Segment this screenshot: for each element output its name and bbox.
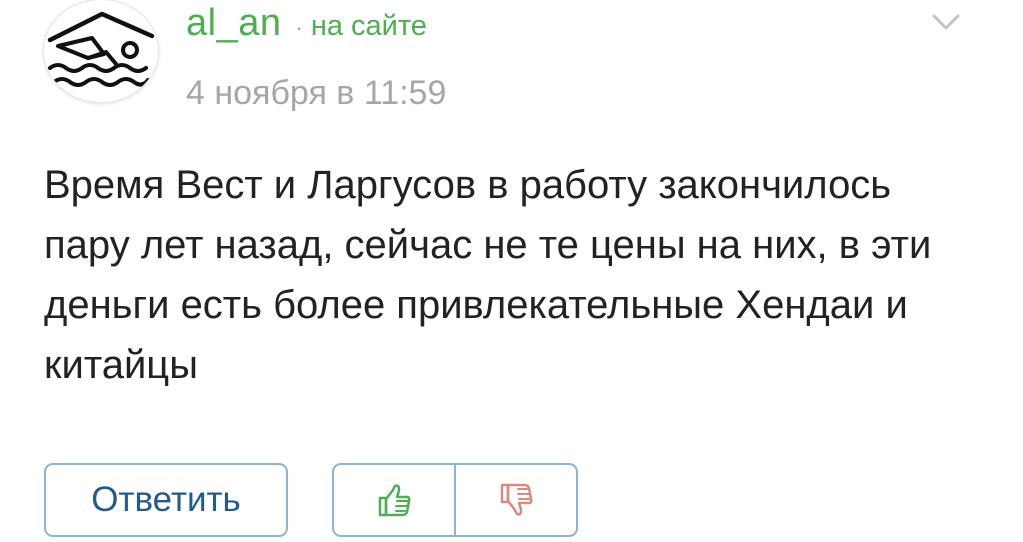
comment: al_an · на сайте 4 ноября в 11:59 Время … [0,0,1023,542]
like-button[interactable] [334,465,454,535]
reply-button[interactable]: Ответить [44,463,288,537]
vote-group [332,463,578,537]
chevron-down-icon[interactable] [930,10,962,34]
comment-timestamp[interactable]: 4 ноября в 11:59 [186,74,446,113]
dislike-button[interactable] [456,465,576,535]
author-username[interactable]: al_an [186,2,281,45]
comment-text: Время Вест и Ларгусов в работу закончило… [44,163,932,387]
thumbs-up-icon [378,484,411,517]
avatar[interactable] [44,0,158,102]
thumbs-down-icon [500,483,533,516]
header-separator: · [295,15,303,40]
comment-header: al_an · на сайте [186,2,427,50]
swimmer-icon [47,11,155,87]
online-status: на сайте [310,10,427,42]
